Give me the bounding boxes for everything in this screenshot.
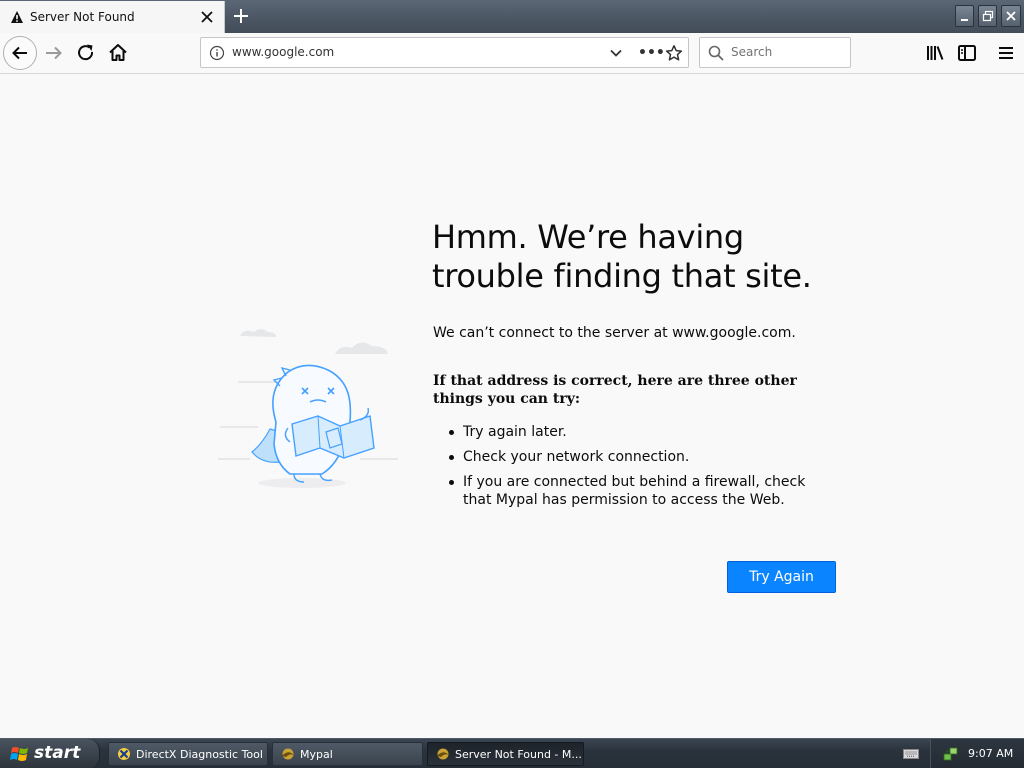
menu-icon[interactable] (994, 41, 1018, 65)
minimize-icon (961, 19, 968, 21)
dinosaur-illustration (218, 329, 398, 488)
back-button[interactable] (3, 36, 37, 70)
tab-title: Server Not Found (30, 10, 135, 24)
tab-server-not-found[interactable]: Server Not Found (0, 1, 225, 33)
chevron-down-icon[interactable] (609, 46, 623, 60)
taskbar-item-label: DirectX Diagnostic Tool (136, 748, 263, 761)
mypal-icon (282, 748, 294, 760)
list-item: Check your network connection. (433, 448, 833, 466)
start-button[interactable]: start (0, 739, 100, 768)
list-item: Try again later. (433, 423, 833, 441)
suggestions-heading: If that address is correct, here are thr… (433, 373, 797, 407)
system-tray: 9:07 AM (930, 739, 1024, 768)
restore-button[interactable] (978, 5, 997, 27)
network-icon[interactable] (943, 746, 959, 762)
address-bar[interactable]: www.google.com ••• (200, 37, 689, 68)
star-icon[interactable] (665, 44, 683, 62)
back-icon (12, 46, 27, 60)
close-icon (1006, 11, 1016, 21)
mypal-icon (437, 748, 449, 760)
sidebar-icon[interactable] (955, 41, 979, 65)
search-icon (708, 45, 724, 61)
info-icon[interactable] (209, 45, 225, 61)
taskbar-item-server-not-found[interactable]: Server Not Found - M... (427, 742, 584, 766)
suggestions-list: Try again later. Check your network conn… (433, 423, 833, 516)
start-label: start (34, 743, 81, 763)
taskbar-item-label: Mypal (300, 748, 333, 761)
keyboard-icon[interactable] (903, 748, 919, 760)
try-again-button[interactable]: Try Again (727, 561, 836, 593)
error-title: Hmm. We’re having trouble finding that s… (432, 218, 812, 295)
restore-icon (982, 10, 994, 22)
forward-icon[interactable] (42, 41, 66, 65)
library-icon[interactable] (923, 41, 947, 65)
taskbar-item-mypal[interactable]: Mypal (272, 742, 423, 766)
windows-flag-icon (10, 747, 28, 761)
title-bar: Server Not Found (0, 0, 1024, 33)
url-text[interactable]: www.google.com (232, 45, 334, 59)
clock: 9:07 AM (968, 747, 1014, 760)
taskbar-item-label: Server Not Found - M... (455, 748, 582, 761)
home-icon[interactable] (106, 41, 130, 65)
taskbar: start DirectX Diagnostic Tool Mypal Serv… (0, 738, 1024, 768)
directx-icon (118, 748, 130, 760)
warning-icon (11, 11, 23, 23)
list-item: If you are connected but behind a firewa… (433, 473, 833, 509)
error-page: Hmm. We’re having trouble finding that s… (0, 74, 1024, 738)
error-description: We can’t connect to the server at www.go… (433, 325, 796, 341)
search-box[interactable] (699, 37, 851, 68)
window-close-button[interactable] (1001, 5, 1021, 27)
new-tab-icon[interactable] (231, 6, 251, 26)
navigation-toolbar: www.google.com ••• (0, 33, 1024, 74)
minimize-button[interactable] (955, 5, 974, 27)
search-input[interactable] (731, 45, 841, 59)
taskbar-item-directx[interactable]: DirectX Diagnostic Tool (108, 742, 268, 766)
reload-icon[interactable] (74, 41, 98, 65)
close-icon[interactable] (200, 10, 214, 24)
page-actions-button[interactable]: ••• (638, 45, 665, 61)
